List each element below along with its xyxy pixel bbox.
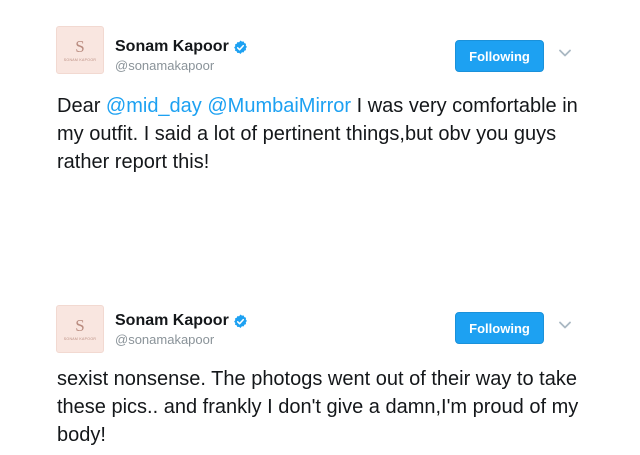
verified-badge-icon xyxy=(233,314,248,329)
mention-link-mumbai-mirror[interactable]: @MumbaiMirror xyxy=(207,95,351,117)
mention-link-mid-day[interactable]: @mid_day xyxy=(106,95,202,117)
chevron-down-icon[interactable] xyxy=(557,46,573,60)
avatar[interactable]: S SONAM KAPOOR xyxy=(56,26,104,74)
chevron-down-icon[interactable] xyxy=(557,318,573,332)
author-name-row[interactable]: Sonam Kapoor xyxy=(115,38,248,56)
author-handle[interactable]: @sonamakapoor xyxy=(115,332,214,347)
avatar-caption: SONAM KAPOOR xyxy=(63,58,97,62)
author-display-name[interactable]: Sonam Kapoor xyxy=(115,38,229,56)
avatar-monogram: S xyxy=(75,37,85,56)
tweet-text: Dear @mid_day @MumbaiMirror I was very c… xyxy=(57,92,597,176)
following-button[interactable]: Following xyxy=(455,312,544,344)
author-name-row[interactable]: Sonam Kapoor xyxy=(115,312,248,330)
following-button[interactable]: Following xyxy=(455,40,544,72)
tweet-text-prefix: Dear xyxy=(57,95,106,117)
tweet-card: S SONAM KAPOOR Sonam Kapoor @sonamakapoo… xyxy=(0,0,640,270)
author-handle[interactable]: @sonamakapoor xyxy=(115,58,214,73)
avatar-caption: SONAM KAPOOR xyxy=(63,337,97,341)
tweet-text: sexist nonsense. The photogs went out of… xyxy=(57,368,579,446)
avatar-monogram: S xyxy=(75,316,85,335)
author-display-name[interactable]: Sonam Kapoor xyxy=(115,312,229,330)
verified-badge-icon xyxy=(233,40,248,55)
avatar[interactable]: S SONAM KAPOOR xyxy=(56,305,104,353)
tweet-card: S SONAM KAPOOR Sonam Kapoor @sonamakapoo… xyxy=(0,300,640,455)
